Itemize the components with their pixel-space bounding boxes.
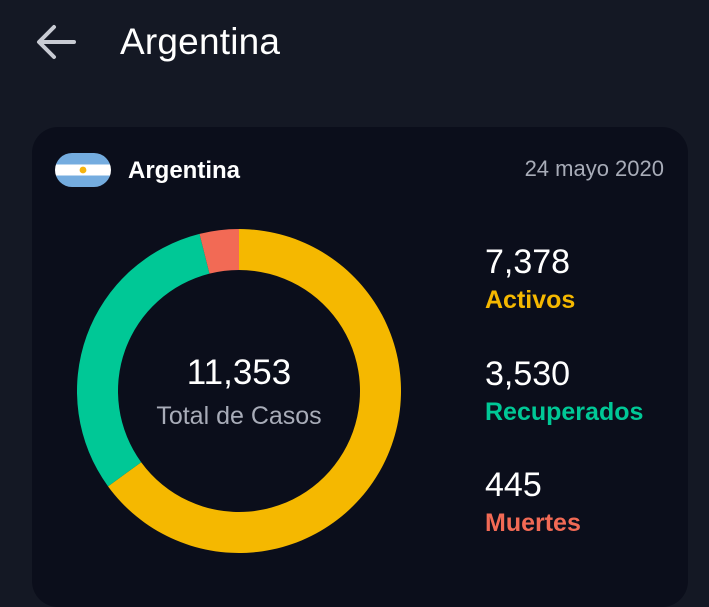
report-date: 24 mayo 2020 [524,156,664,181]
page-title: Argentina [120,21,281,62]
activos-value: 7,378 [485,243,571,281]
stat-recuperados: 3,530 Recuperados [485,353,643,429]
stat-activos: 7,378 Activos [485,241,575,317]
recuperados-value: 3,530 [485,355,571,393]
muertes-value: 445 [485,466,542,504]
activos-label: Activos [485,286,576,314]
stat-muertes: 445 Muertes [485,464,581,540]
top-bar: Argentina [0,0,709,90]
card-country-name: Argentina [128,157,241,184]
muertes-label: Muertes [485,509,581,537]
country-summary-card: Argentina 24 mayo 2020 11,353 Total de C… [32,127,688,607]
total-cases-label: Total de Casos [156,402,322,430]
total-cases-value: 11,353 [186,353,292,392]
arrow-left-icon[interactable] [32,19,80,67]
argentina-flag-icon [55,153,111,187]
recuperados-label: Recuperados [485,398,644,426]
